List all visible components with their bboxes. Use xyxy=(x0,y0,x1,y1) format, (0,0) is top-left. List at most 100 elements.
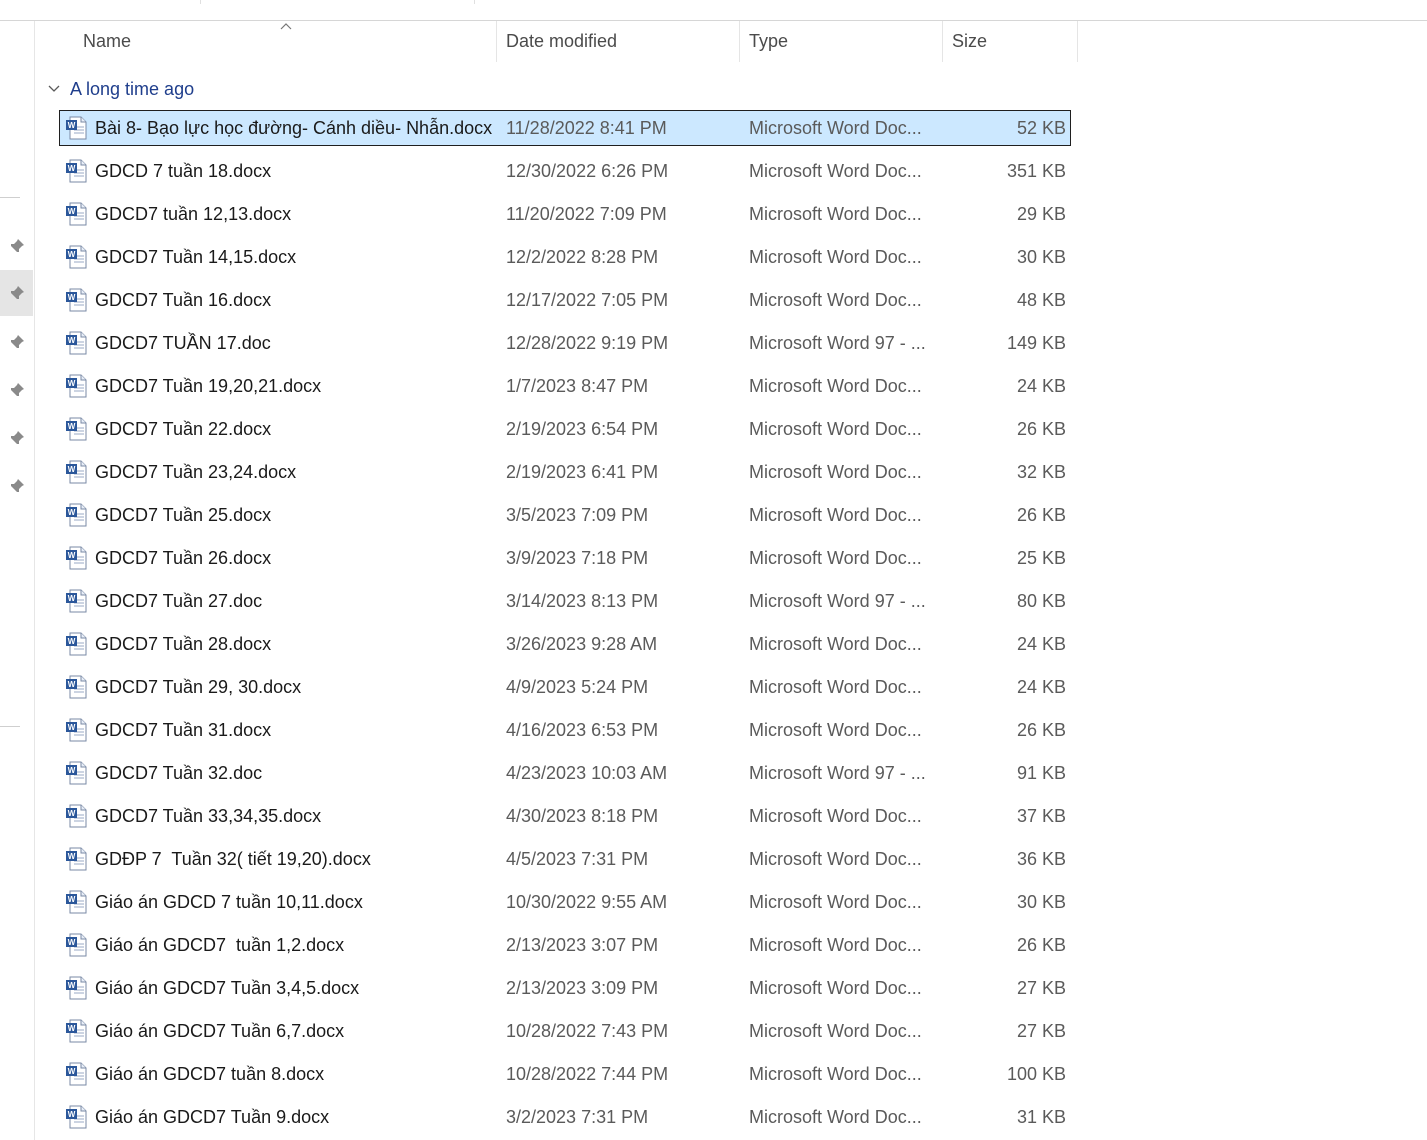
date-modified: 10/30/2022 9:55 AM xyxy=(506,892,668,912)
file-row[interactable]: W Giáo án GDCD7 Tuần 3,4,5.docx 2/13/2023 … xyxy=(59,970,1071,1006)
svg-text:W: W xyxy=(68,809,76,818)
quick-access-pin-item[interactable] xyxy=(0,270,33,316)
quick-access-pin-item[interactable] xyxy=(0,319,33,365)
word-docx-icon: W xyxy=(66,546,87,570)
pin-icon xyxy=(9,286,24,300)
file-row[interactable]: W Giáo án GDCD 7 tuần 10,11.docx 10/30/202… xyxy=(59,884,1071,920)
column-resize-handle[interactable] xyxy=(942,21,943,62)
svg-text:W: W xyxy=(68,895,76,904)
file-row[interactable]: W GDCD7 Tuần 23,24.docx 2/19/2023 6:41 PM M… xyxy=(59,454,1071,490)
file-type: Microsoft Word Doc... xyxy=(749,978,922,998)
file-size: 24 KB xyxy=(1016,376,1066,396)
nav-divider xyxy=(0,197,20,198)
file-size: 26 KB xyxy=(1016,720,1066,740)
file-name: Giáo án GDCD7 Tuần 3,4,5.docx xyxy=(95,978,360,998)
file-name: GDCD7 Tuần 23,24.docx xyxy=(95,462,297,482)
file-row[interactable]: W GDCD7 Tuần 16.docx 12/17/2022 7:05 PM Mic… xyxy=(59,282,1071,318)
file-row[interactable]: W Bài 8- Bạo lực học đường- Cánh diều- Nh… xyxy=(59,110,1071,146)
file-type: Microsoft Word Doc... xyxy=(749,720,922,740)
group-header-a-long-time-ago[interactable]: A long time ago xyxy=(46,72,194,106)
navigation-pane xyxy=(0,21,35,1140)
svg-text:W: W xyxy=(68,1024,76,1033)
file-type: Microsoft Word Doc... xyxy=(749,634,922,654)
file-row[interactable]: W GDĐP 7 Tuần 32( tiết 19,20).docx 4/5/202… xyxy=(59,841,1071,877)
file-row[interactable]: W GDCD7 Tuần 31.docx 4/16/2023 6:53 PM Micr… xyxy=(59,712,1071,748)
file-type: Microsoft Word Doc... xyxy=(749,1064,922,1084)
file-name: GDCD7 Tuần 33,34,35.docx xyxy=(95,806,322,826)
svg-text:W: W xyxy=(68,1067,76,1076)
word-docx-icon: W xyxy=(66,202,87,226)
date-modified: 11/28/2022 8:41 PM xyxy=(506,118,667,138)
file-row[interactable]: W GDCD7 Tuần 25.docx 3/5/2023 7:09 PM Micro… xyxy=(59,497,1071,533)
svg-text:W: W xyxy=(68,207,76,216)
word-docx-icon: W xyxy=(66,417,87,441)
word-docx-icon: W xyxy=(66,159,87,183)
pin-icon xyxy=(9,383,24,397)
file-name: Giáo án GDCD7 Tuần 6,7.docx xyxy=(95,1021,345,1041)
file-type: Microsoft Word Doc... xyxy=(749,849,922,869)
column-header-bar: Name Date modified Type Size xyxy=(35,21,1078,62)
word-docx-icon: W xyxy=(66,288,87,312)
file-name: GDĐP 7 Tuần 32( tiết 19,20).docx xyxy=(95,849,371,869)
quick-access-pin-item[interactable] xyxy=(0,463,33,509)
file-row[interactable]: W Giáo án GDCD7 Tuần 6,7.docx 10/28/2022 7… xyxy=(59,1013,1071,1049)
file-row[interactable]: W GDCD7 Tuần 33,34,35.docx 4/30/2023 8:18 … xyxy=(59,798,1071,834)
file-row[interactable]: W GDCD7 TUẦN 17.doc 12/28/2022 9:19 PM Micr… xyxy=(59,325,1071,361)
column-header-label: Name xyxy=(83,31,132,51)
word-docx-icon: W xyxy=(66,933,87,957)
date-modified: 4/30/2023 8:18 PM xyxy=(506,806,659,826)
column-resize-handle[interactable] xyxy=(496,21,497,62)
word-97-doc-icon: W xyxy=(66,331,87,355)
word-docx-icon: W xyxy=(66,847,87,871)
file-row[interactable]: W GDCD7 Tuần 32.doc 4/23/2023 10:03 AM Micr… xyxy=(59,755,1071,791)
file-size: 100 KB xyxy=(1006,1064,1066,1084)
file-row[interactable]: W GDCD7 Tuần 14,15.docx 12/2/2022 8:28 PM M… xyxy=(59,239,1071,275)
column-header-date-modified[interactable]: Date modified xyxy=(506,21,617,62)
column-header-type[interactable]: Type xyxy=(749,21,788,62)
column-resize-handle[interactable] xyxy=(1077,21,1078,62)
file-row[interactable]: W GDCD7 Tuần 19,20,21.docx 1/7/2023 8:47 P… xyxy=(59,368,1071,404)
date-modified: 4/5/2023 7:31 PM xyxy=(506,849,649,869)
file-row[interactable]: W GDCD7 Tuần 29, 30.docx 4/9/2023 5:24 PM M… xyxy=(59,669,1071,705)
file-type: Microsoft Word Doc... xyxy=(749,892,922,912)
top-toolbar-strip xyxy=(0,0,1427,21)
svg-text:W: W xyxy=(68,637,76,646)
file-size: 27 KB xyxy=(1016,1021,1066,1041)
file-row[interactable]: W Giáo án GDCD7 Tuần 9.docx 3/2/2023 7:31 … xyxy=(59,1099,1071,1135)
file-name: Giáo án GDCD7 tuần 1,2.docx xyxy=(95,935,345,955)
toolbar-divider xyxy=(474,0,475,4)
file-row[interactable]: W Giáo án GDCD7 tuần 8.docx 10/28/2022 7:4… xyxy=(59,1056,1071,1092)
column-resize-handle[interactable] xyxy=(739,21,740,62)
file-row[interactable]: W GDCD7 Tuần 22.docx 2/19/2023 6:54 PM Micr… xyxy=(59,411,1071,447)
file-type: Microsoft Word 97 - ... xyxy=(749,333,926,353)
column-header-size[interactable]: Size xyxy=(952,21,987,62)
date-modified: 12/30/2022 6:26 PM xyxy=(506,161,669,181)
file-name: GDCD7 Tuần 14,15.docx xyxy=(95,247,297,267)
file-row[interactable]: W GDCD7 tuần 12,13.docx 11/20/2022 7:09 PM… xyxy=(59,196,1071,232)
quick-access-pin-item[interactable] xyxy=(0,223,33,269)
date-modified: 10/28/2022 7:44 PM xyxy=(506,1064,669,1084)
quick-access-pin-item[interactable] xyxy=(0,415,33,461)
file-type: Microsoft Word Doc... xyxy=(749,935,922,955)
date-modified: 12/17/2022 7:05 PM xyxy=(506,290,669,310)
svg-text:W: W xyxy=(68,723,76,732)
word-docx-icon: W xyxy=(66,245,87,269)
word-docx-icon: W xyxy=(66,1062,87,1086)
file-row[interactable]: W GDCD 7 tuần 18.docx 12/30/2022 6:26 PM Mi… xyxy=(59,153,1071,189)
file-row[interactable]: W GDCD7 Tuần 26.docx 3/9/2023 7:18 PM Micro… xyxy=(59,540,1071,576)
file-type: Microsoft Word 97 - ... xyxy=(749,591,926,611)
file-size: 31 KB xyxy=(1016,1107,1066,1127)
file-name: GDCD7 Tuần 22.docx xyxy=(95,419,272,439)
word-docx-icon: W xyxy=(66,503,87,527)
quick-access-pin-item[interactable] xyxy=(0,367,33,413)
column-header-name[interactable]: Name xyxy=(83,21,131,62)
file-row[interactable]: W GDCD7 Tuần 27.doc 3/14/2023 8:13 PM Micro… xyxy=(59,583,1071,619)
date-modified: 2/19/2023 6:41 PM xyxy=(506,462,659,482)
file-size: 52 KB xyxy=(1016,118,1066,138)
svg-text:W: W xyxy=(68,938,76,947)
file-row[interactable]: W GDCD7 Tuần 28.docx 3/26/2023 9:28 AM Micr… xyxy=(59,626,1071,662)
file-size: 24 KB xyxy=(1016,634,1066,654)
file-row[interactable]: W Giáo án GDCD7 tuần 1,2.docx 2/13/2023 3:… xyxy=(59,927,1071,963)
file-type: Microsoft Word 97 - ... xyxy=(749,763,926,783)
column-header-label: Date modified xyxy=(506,31,618,51)
